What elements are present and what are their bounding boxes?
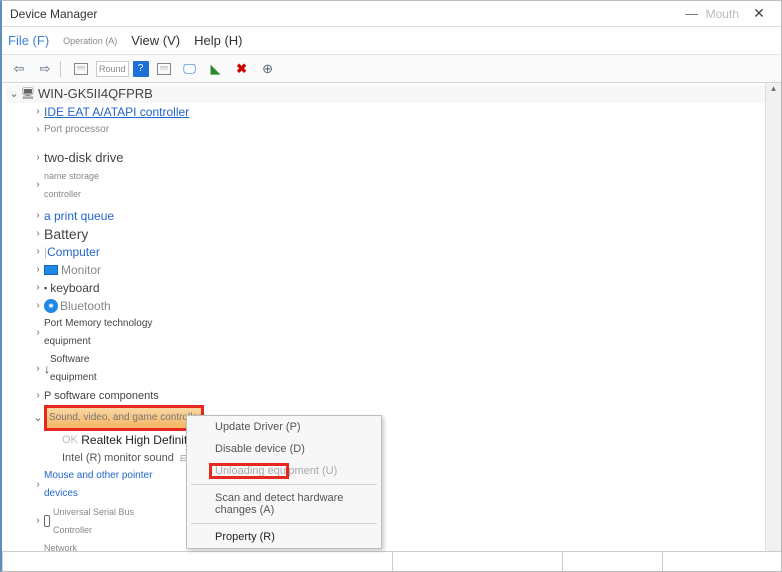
device-manager-window: Device Manager — Mouth ✕ File (F) Operat… xyxy=(0,0,782,572)
expand-icon[interactable]: › xyxy=(32,387,44,405)
vertical-scrollbar[interactable]: ▴ xyxy=(765,83,781,551)
collapse-icon[interactable]: ⌄ xyxy=(8,85,20,103)
ok-label: OK xyxy=(62,431,78,449)
ctx-disable-device[interactable]: Disable device (D) xyxy=(187,438,381,460)
help-icon[interactable]: ? xyxy=(133,61,149,77)
separator xyxy=(60,61,66,77)
ide-label: IDE EAT A/ATAPI controller xyxy=(44,103,189,121)
menubar: File (F) Operation (A) View (V) Help (H) xyxy=(2,27,781,55)
battery-node[interactable]: › Battery xyxy=(6,225,765,243)
print-queue-label: a print queue xyxy=(44,207,114,225)
intel-monitor-sound-node[interactable]: Intel (R) monitor sound ⊟ xyxy=(6,449,765,467)
add-legacy-button[interactable]: ◣ xyxy=(205,59,227,79)
name-storage-label: name storage controller xyxy=(44,167,134,203)
two-disk-node[interactable]: › two-disk drive xyxy=(6,149,765,167)
menu-operation[interactable]: Operation (A) xyxy=(63,36,117,46)
context-menu: Update Driver (P) Disable device (D) Unl… xyxy=(186,415,382,549)
separator xyxy=(191,523,377,524)
mouth-label: Mouth xyxy=(706,7,739,21)
usb-label: Universal Serial Bus Controller xyxy=(53,503,143,539)
scan-hardware-button[interactable]: 🖵 xyxy=(179,59,201,79)
monitor-icon xyxy=(44,265,58,275)
toolbar: ⇦ ⇨ Round ? 🖵 ◣ ✖ ⊕ xyxy=(2,55,781,83)
minimize-button[interactable]: — xyxy=(678,6,706,21)
round-label: Round xyxy=(96,61,129,77)
menu-help[interactable]: Help (H) xyxy=(194,33,242,48)
svgc-label: Sound, video, and game controllers xyxy=(49,412,206,423)
expand-icon[interactable]: › xyxy=(32,512,44,530)
keyboard-label: keyboard xyxy=(50,279,99,297)
forward-button[interactable]: ⇨ xyxy=(34,59,56,79)
software-equip-node[interactable]: › ↓ Software equipment xyxy=(6,351,765,387)
close-button[interactable]: ✕ xyxy=(745,5,773,22)
expand-icon[interactable]: › xyxy=(32,476,44,494)
intel-mon-label: Intel (R) monitor sound xyxy=(62,449,174,467)
monitor-label: Monitor xyxy=(61,261,101,279)
computer-name: WIN-GK5II4QFPRB xyxy=(38,85,153,103)
computer-icon xyxy=(20,86,36,102)
usb-node[interactable]: › Universal Serial Bus Controller xyxy=(6,503,765,539)
expand-icon[interactable]: › xyxy=(32,225,44,243)
expand-icon[interactable]: › xyxy=(32,149,44,167)
expand-icon[interactable]: › xyxy=(32,176,44,194)
properties-button[interactable] xyxy=(153,59,175,79)
computer-node[interactable]: › | Computer xyxy=(6,243,765,261)
print-queue-node[interactable]: › a print queue xyxy=(6,207,765,225)
mouse-node[interactable]: › Mouse and other pointer devices xyxy=(6,467,765,503)
keyboard-node[interactable]: › ▪ keyboard xyxy=(6,279,765,297)
expand-icon[interactable]: › xyxy=(32,207,44,225)
uninstall-button[interactable]: ✖ xyxy=(231,59,253,79)
expand-icon[interactable]: › xyxy=(32,548,44,551)
back-button[interactable]: ⇦ xyxy=(8,59,30,79)
port-processor-node[interactable]: › Port processor xyxy=(6,121,765,139)
port-mem-label: Port Memory technology equipment xyxy=(44,315,194,351)
usb-icon xyxy=(44,515,50,527)
separator xyxy=(191,484,377,485)
two-disk-label: two-disk drive xyxy=(44,149,123,167)
device-tree[interactable]: ⌄ WIN-GK5II4QFPRB › IDE EAT A/ATAPI cont… xyxy=(2,83,765,551)
root-node[interactable]: ⌄ WIN-GK5II4QFPRB xyxy=(6,85,765,103)
mouse-label: Mouse and other pointer devices xyxy=(44,467,164,503)
uninstall-highlight xyxy=(209,463,289,479)
port-proc-label: Port processor xyxy=(44,121,114,139)
svgc-highlight: Sound, video, and game controllers xyxy=(44,405,204,431)
monitor-node[interactable]: › Monitor xyxy=(6,261,765,279)
bluetooth-label: Bluetooth xyxy=(60,297,111,315)
name-storage-node[interactable]: › name storage controller xyxy=(6,167,765,203)
ctx-update-driver[interactable]: Update Driver (P) xyxy=(187,416,381,438)
show-hide-tree-button[interactable] xyxy=(70,59,92,79)
menu-view[interactable]: View (V) xyxy=(131,33,180,48)
battery-label: Battery xyxy=(44,225,88,243)
sw-equip-label: Software equipment xyxy=(50,351,130,387)
ctx-property[interactable]: Property (R) xyxy=(187,526,381,548)
ctx-scan-hardware[interactable]: Scan and detect hardware changes (A) xyxy=(187,487,381,521)
scroll-up-icon[interactable]: ▴ xyxy=(766,83,781,94)
expand-icon[interactable]: › xyxy=(32,261,44,279)
sw-comp-label: P software components xyxy=(44,387,159,405)
menu-file[interactable]: File (F) xyxy=(8,33,49,48)
expand-icon[interactable]: › xyxy=(32,279,44,297)
computer-label: Computer xyxy=(47,243,100,261)
expand-icon[interactable]: › xyxy=(32,297,44,315)
titlebar: Device Manager — Mouth ✕ xyxy=(2,1,781,27)
net-label: Network Adapter xyxy=(44,539,94,551)
collapse-icon[interactable]: ⌄ xyxy=(32,409,44,427)
software-comp-node[interactable]: › P software components xyxy=(6,387,765,405)
realtek-node[interactable]: OK Realtek High Definition Audio xyxy=(6,431,765,449)
expand-icon[interactable]: › xyxy=(32,360,44,378)
network-node[interactable]: › Network Adapter xyxy=(6,539,765,551)
expand-icon[interactable]: › xyxy=(32,243,44,261)
expand-icon[interactable]: › xyxy=(32,103,44,121)
expand-icon[interactable]: › xyxy=(32,121,44,139)
memory-tech-node[interactable]: › Port Memory technology equipment xyxy=(6,315,765,351)
bluetooth-icon: ⁕ xyxy=(44,299,58,313)
ide-controller-node[interactable]: › IDE EAT A/ATAPI controller xyxy=(6,103,765,121)
statusbar xyxy=(2,551,781,571)
window-title: Device Manager xyxy=(10,7,97,21)
update-driver-button[interactable]: ⊕ xyxy=(257,59,279,79)
bluetooth-node[interactable]: › ⁕ Bluetooth xyxy=(6,297,765,315)
sound-video-game-node[interactable]: ⌄ Sound, video, and game controllers xyxy=(6,405,765,431)
expand-icon[interactable]: › xyxy=(32,324,44,342)
